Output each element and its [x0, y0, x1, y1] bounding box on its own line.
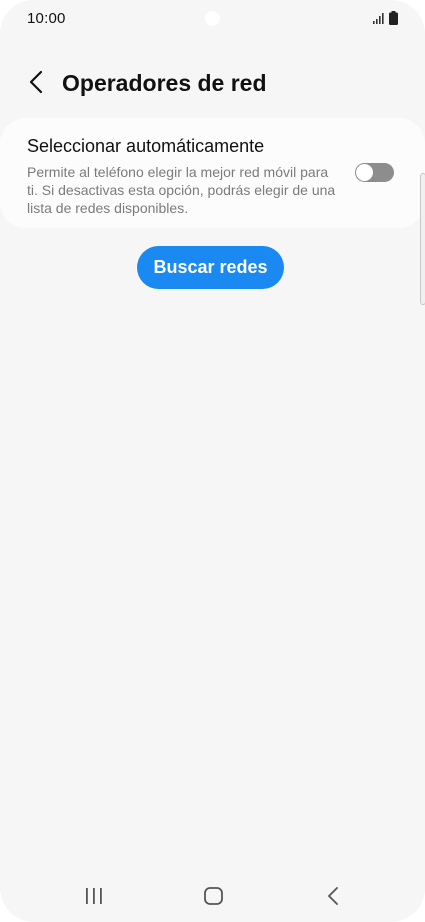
app-header: Operadores de red — [0, 60, 425, 108]
chevron-left-icon — [29, 70, 43, 94]
status-time: 10:00 — [27, 10, 66, 27]
status-bar: 10:00 — [0, 0, 425, 38]
setting-description: Permite al teléfono elegir la mejor red … — [27, 164, 336, 216]
home-icon[interactable] — [204, 887, 223, 905]
search-networks-button[interactable]: Buscar redes — [137, 246, 284, 289]
signal-icon — [373, 13, 384, 24]
scrollbar[interactable] — [420, 173, 425, 305]
auto-select-toggle[interactable] — [355, 163, 394, 182]
back-icon[interactable] — [326, 887, 340, 905]
back-button[interactable] — [20, 66, 52, 98]
camera-cutout — [205, 11, 220, 26]
battery-icon — [389, 11, 398, 25]
page-title: Operadores de red — [62, 70, 267, 96]
setting-title: Seleccionar automáticamente — [27, 136, 265, 156]
phone-screen: 10:00 Operadores de red Seleccionar auto… — [0, 0, 425, 922]
navigation-bar — [0, 872, 425, 922]
auto-select-setting[interactable]: Seleccionar automáticamente Permite al t… — [0, 118, 425, 228]
recents-icon[interactable] — [85, 888, 103, 904]
toggle-knob — [356, 164, 373, 181]
